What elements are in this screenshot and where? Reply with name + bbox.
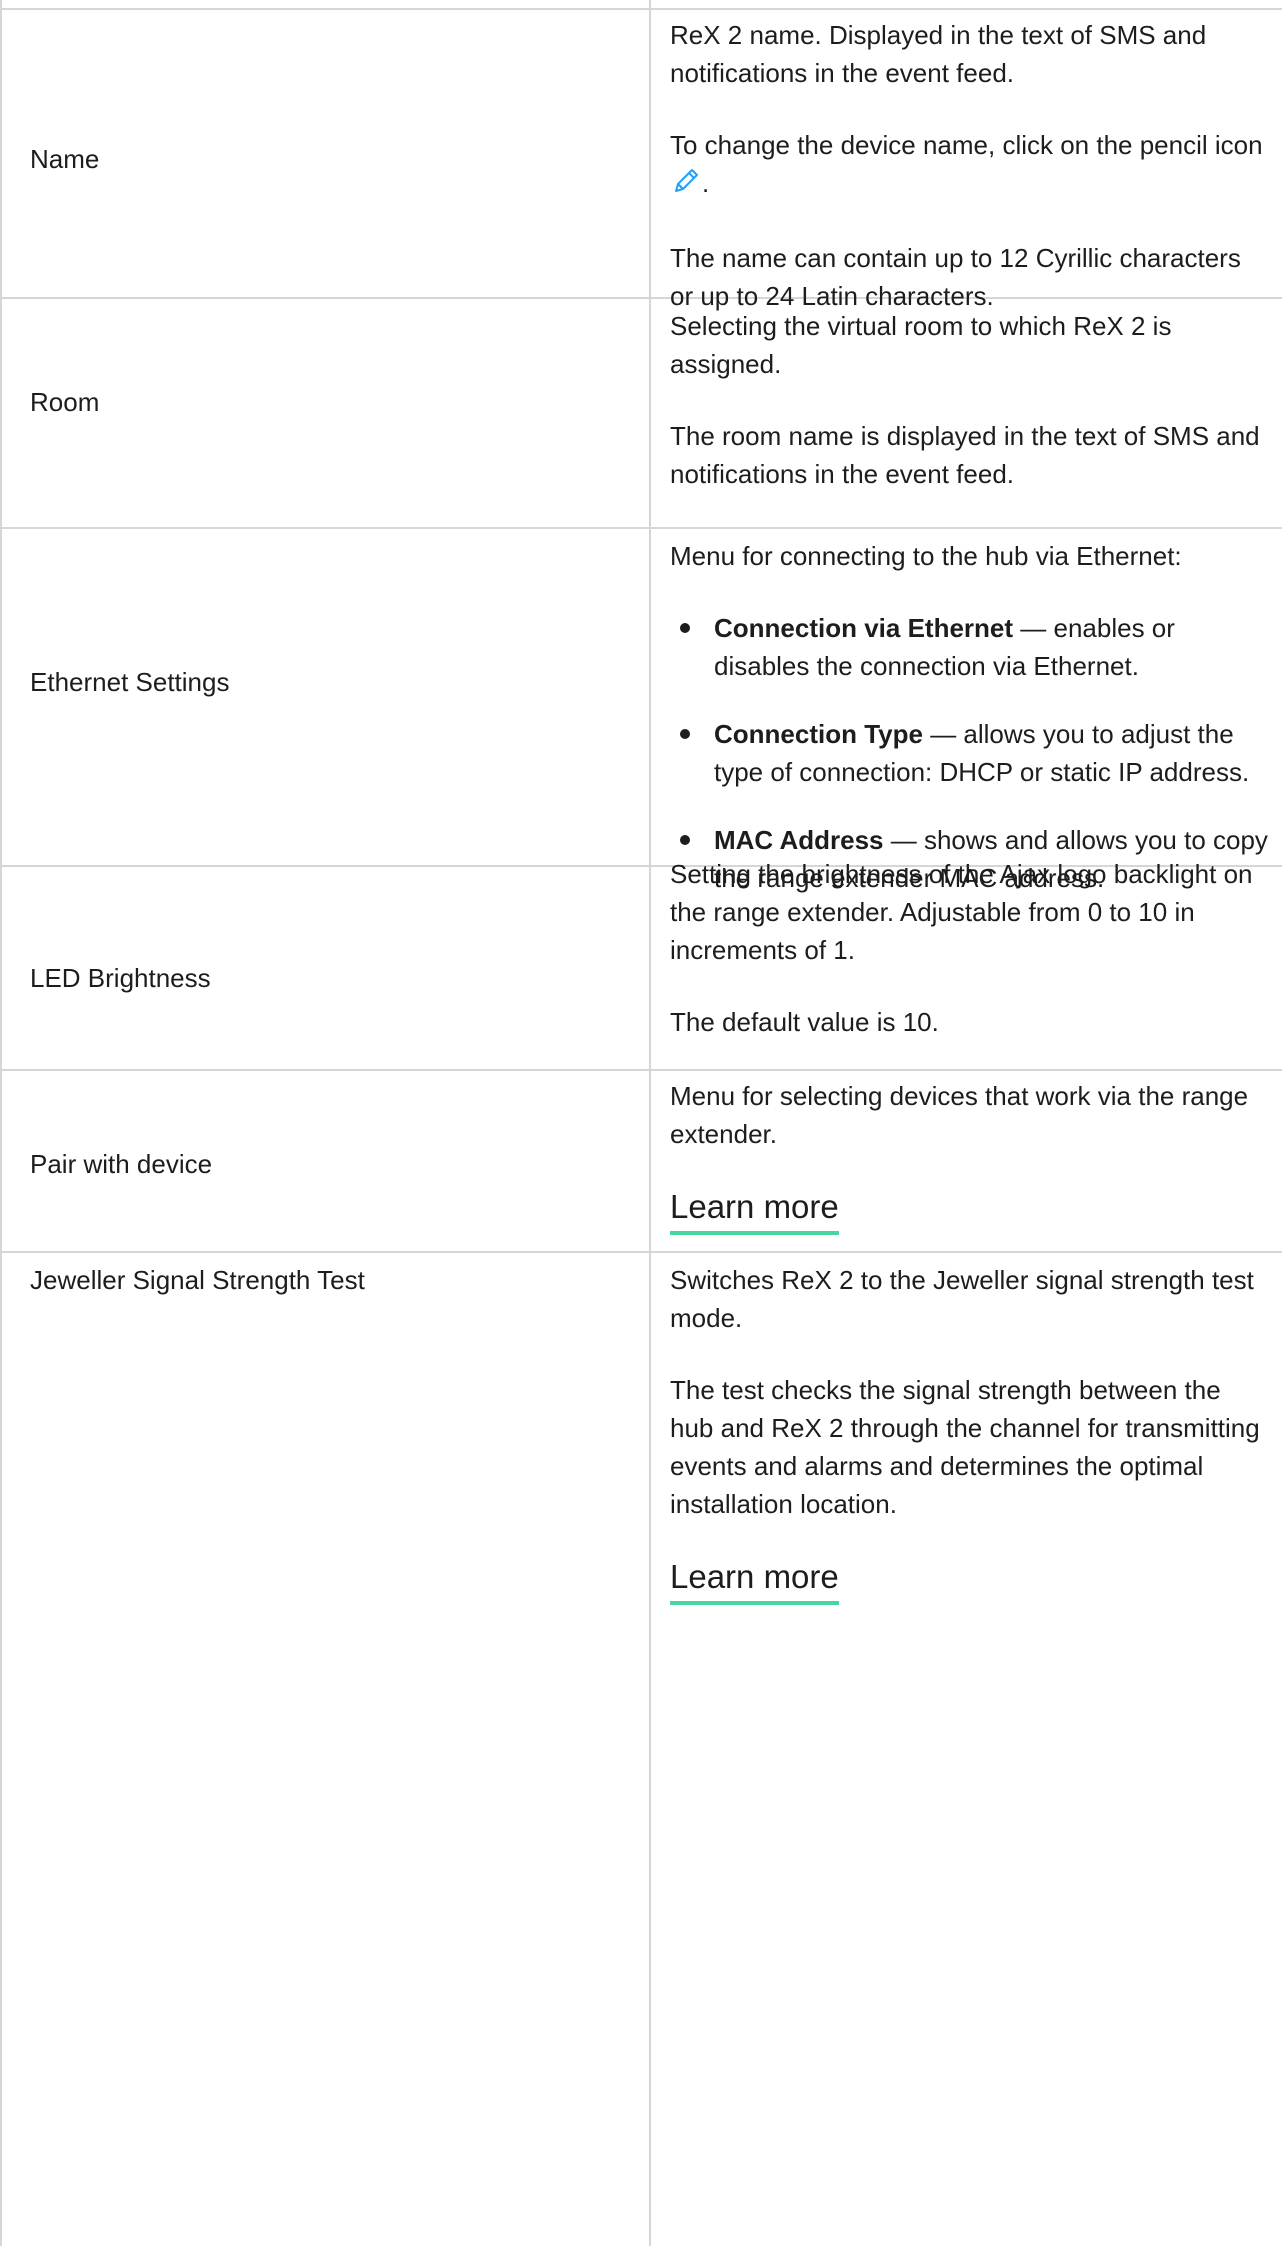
description-paragraph: Setting the brightness of the Ajax logo … — [670, 859, 1253, 965]
setting-description: Menu for connecting to the hub via Ether… — [670, 537, 1270, 897]
description-paragraph: Learn more — [670, 1187, 1270, 1235]
learn-more-link[interactable]: Learn more — [670, 1557, 839, 1605]
setting-label: LED Brightness — [30, 963, 211, 993]
description-paragraph: The test checks the signal strength betw… — [670, 1375, 1260, 1519]
setting-label: Pair with device — [30, 1149, 213, 1179]
setting-description: Setting the brightness of the Ajax logo … — [670, 855, 1270, 1041]
list-item: Connection via Ethernet — enables or dis… — [670, 609, 1270, 685]
bullet-list: Connection via Ethernet — enables or dis… — [670, 609, 1270, 897]
description-paragraph: Learn more — [670, 1557, 1270, 1605]
table-row-room: Room Selecting the virtual room to which… — [2, 297, 1282, 529]
table-row-jeweller-signal-strength-test: Jeweller Signal Strength Test Switches R… — [2, 1251, 1282, 2251]
pencil-icon — [672, 165, 702, 205]
description-text: . — [702, 168, 710, 198]
setting-description: ReX 2 name. Displayed in the text of SMS… — [670, 16, 1270, 315]
description-paragraph: Switches ReX 2 to the Jeweller signal st… — [670, 1265, 1254, 1333]
bullet-term: Connection Type — [714, 719, 923, 749]
table-row-name: Name ReX 2 name. Displayed in the text o… — [2, 8, 1282, 311]
settings-table: Name ReX 2 name. Displayed in the text o… — [0, 0, 1282, 2246]
list-item: Connection Type — allows you to adjust t… — [670, 715, 1270, 791]
bullet-term: MAC Address — [714, 825, 884, 855]
description-paragraph: To change the device name, click on the … — [670, 126, 1270, 205]
description-paragraph: Selecting the virtual room to which ReX … — [670, 311, 1172, 379]
setting-description: Switches ReX 2 to the Jeweller signal st… — [670, 1261, 1270, 1605]
description-text: To change the device name, click on the … — [670, 130, 1263, 160]
setting-description: Selecting the virtual room to which ReX … — [670, 307, 1270, 493]
setting-label: Name — [30, 144, 100, 174]
description-paragraph: Menu for selecting devices that work via… — [670, 1081, 1249, 1149]
table-row-ethernet-settings: Ethernet Settings Menu for connecting to… — [2, 527, 1282, 893]
bullet-term: Connection via Ethernet — [714, 613, 1014, 643]
description-paragraph: Menu for connecting to the hub via Ether… — [670, 541, 1182, 571]
description-paragraph: ReX 2 name. Displayed in the text of SMS… — [670, 20, 1207, 88]
setting-label: Ethernet Settings — [30, 667, 230, 697]
description-paragraph: The room name is displayed in the text o… — [670, 421, 1260, 489]
table-row-led-brightness: LED Brightness Setting the brightness of… — [2, 859, 1282, 1071]
setting-label: Room — [30, 387, 100, 417]
learn-more-link[interactable]: Learn more — [670, 1187, 839, 1235]
setting-label: Jeweller Signal Strength Test — [30, 1265, 365, 1295]
setting-description: Menu for selecting devices that work via… — [670, 1077, 1270, 1235]
table-row-pair-with-device: Pair with device Menu for selecting devi… — [2, 1069, 1282, 1253]
description-paragraph: The default value is 10. — [670, 1007, 939, 1037]
